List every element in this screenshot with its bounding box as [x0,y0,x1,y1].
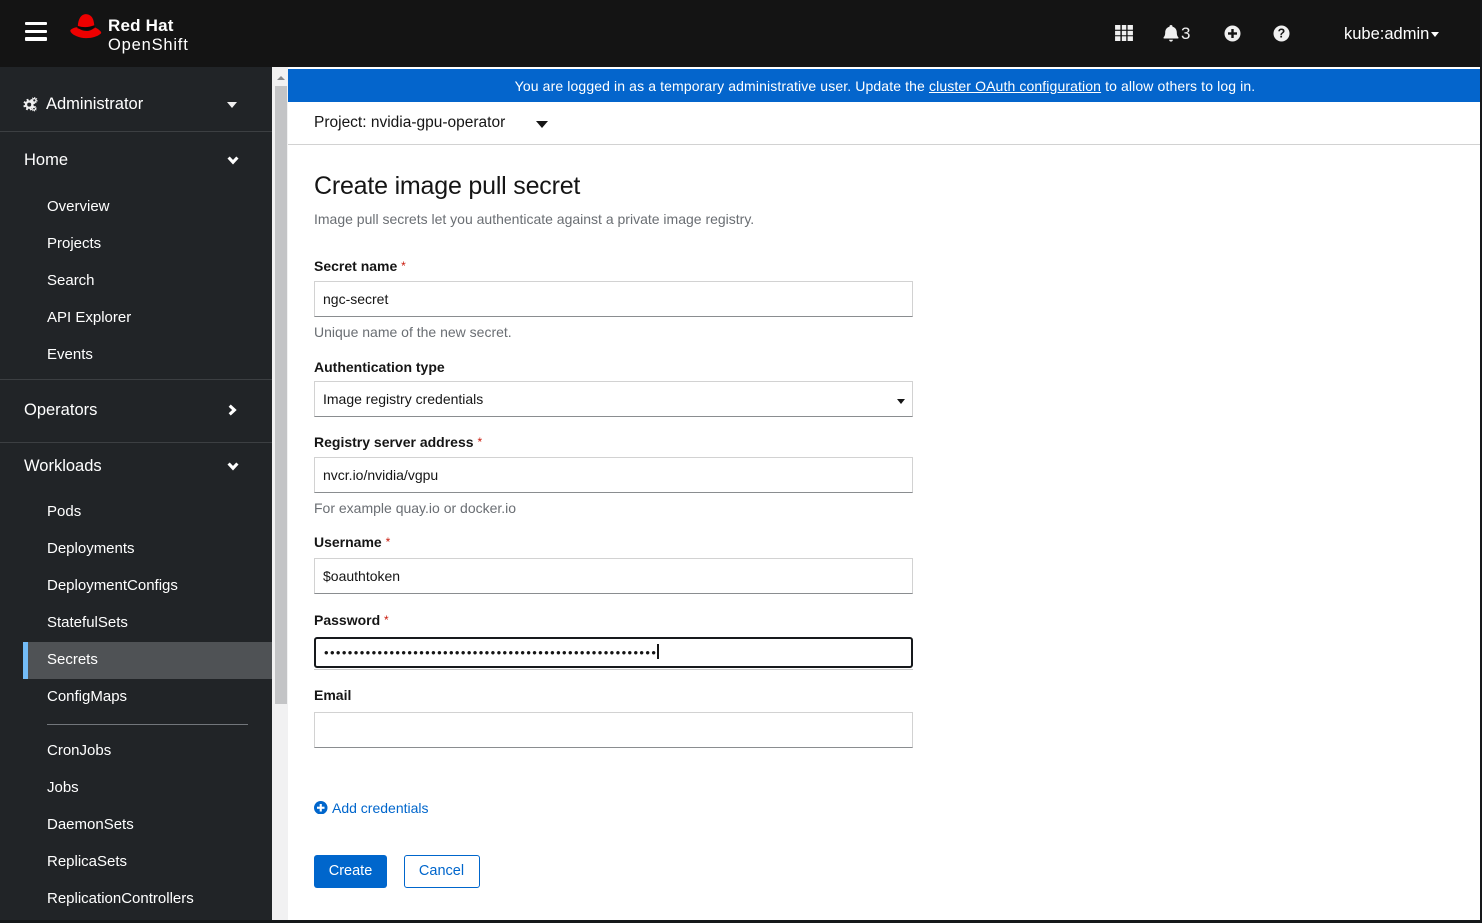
svg-text:?: ? [1277,26,1285,40]
